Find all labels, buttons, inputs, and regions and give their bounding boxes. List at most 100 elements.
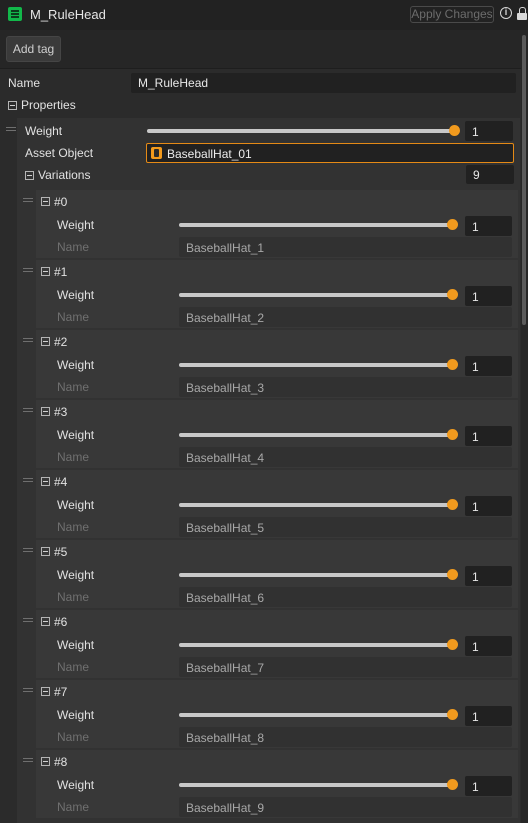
variation-weight-label: Weight	[57, 778, 95, 792]
variation-name-label: Name	[57, 310, 90, 324]
variation-weight-label: Weight	[57, 708, 95, 722]
variation-weight-slider-track[interactable]	[179, 433, 453, 437]
variation-weight-slider-handle[interactable]	[447, 289, 458, 300]
title-bar: M_RuleHead Apply Changes i	[0, 0, 528, 30]
name-field[interactable]: M_RuleHead	[131, 73, 516, 93]
variation-weight-slider-track[interactable]	[179, 713, 453, 717]
variation-weight-field[interactable]: 1	[465, 216, 512, 236]
variation-name-label: Name	[57, 730, 90, 744]
weight-field[interactable]: 1	[465, 121, 513, 141]
lock-icon[interactable]	[517, 7, 527, 20]
variation-weight-slider-track[interactable]	[179, 643, 453, 647]
variation-header: #7	[54, 685, 68, 699]
drag-handle-icon[interactable]	[6, 127, 16, 132]
variation-name-label: Name	[57, 240, 90, 254]
drag-handle-icon[interactable]	[23, 688, 33, 693]
variation-weight-slider-handle[interactable]	[447, 639, 458, 650]
apply-changes-button[interactable]: Apply Changes	[410, 6, 494, 23]
variation-weight-field[interactable]: 1	[465, 356, 512, 376]
variation-weight-label: Weight	[57, 358, 95, 372]
asset-object-label: Asset Object	[25, 146, 94, 160]
variation-header: #1	[54, 265, 68, 279]
variation-weight-label: Weight	[57, 568, 95, 582]
variation-header: #8	[54, 755, 68, 769]
collapse-icon[interactable]	[41, 477, 50, 486]
collapse-icon[interactable]	[41, 547, 50, 556]
drag-handle-icon[interactable]	[23, 268, 33, 273]
variations-count-field[interactable]: 9	[466, 165, 514, 184]
variation-name-field[interactable]: BaseballHat_2	[179, 307, 512, 327]
asset-object-icon	[151, 147, 162, 159]
variation-name-label: Name	[57, 800, 90, 814]
properties-header: Properties	[21, 98, 76, 112]
variation-name-field[interactable]: BaseballHat_7	[179, 657, 512, 677]
info-icon[interactable]: i	[500, 7, 512, 19]
variation-weight-field[interactable]: 1	[465, 776, 512, 796]
variation-weight-slider-handle[interactable]	[447, 219, 458, 230]
variation-weight-field[interactable]: 1	[465, 636, 512, 656]
collapse-icon[interactable]	[41, 407, 50, 416]
variation-weight-slider-handle[interactable]	[447, 779, 458, 790]
weight-slider-track[interactable]	[147, 129, 455, 133]
variation-weight-slider-track[interactable]	[179, 363, 453, 367]
variation-weight-field[interactable]: 1	[465, 706, 512, 726]
drag-handle-icon[interactable]	[23, 338, 33, 343]
variation-weight-slider-track[interactable]	[179, 783, 453, 787]
variation-name-field[interactable]: BaseballHat_4	[179, 447, 512, 467]
variation-name-label: Name	[57, 590, 90, 604]
collapse-icon[interactable]	[41, 617, 50, 626]
variation-weight-slider-handle[interactable]	[447, 359, 458, 370]
variation-name-label: Name	[57, 660, 90, 674]
variation-header: #3	[54, 405, 68, 419]
app-icon	[8, 7, 22, 21]
variation-name-field[interactable]: BaseballHat_5	[179, 517, 512, 537]
variation-weight-slider-track[interactable]	[179, 293, 453, 297]
variation-name-label: Name	[57, 450, 90, 464]
scrollbar-thumb[interactable]	[522, 35, 526, 325]
drag-handle-icon[interactable]	[23, 198, 33, 203]
tag-toolbar: Add tag	[0, 30, 528, 69]
collapse-icon[interactable]	[41, 337, 50, 346]
drag-handle-icon[interactable]	[23, 618, 33, 623]
variation-weight-slider-handle[interactable]	[447, 709, 458, 720]
variation-weight-field[interactable]: 1	[465, 566, 512, 586]
collapse-icon[interactable]	[8, 101, 17, 110]
collapse-icon[interactable]	[41, 757, 50, 766]
variation-name-field[interactable]: BaseballHat_8	[179, 727, 512, 747]
variation-weight-slider-track[interactable]	[179, 573, 453, 577]
variation-name-field[interactable]: BaseballHat_6	[179, 587, 512, 607]
drag-handle-icon[interactable]	[23, 408, 33, 413]
variation-header: #6	[54, 615, 68, 629]
variation-weight-field[interactable]: 1	[465, 496, 512, 516]
window-title: M_RuleHead	[30, 7, 106, 22]
weight-slider-handle[interactable]	[449, 125, 460, 136]
variation-weight-field[interactable]: 1	[465, 426, 512, 446]
variation-weight-label: Weight	[57, 288, 95, 302]
variation-name-field[interactable]: BaseballHat_1	[179, 237, 512, 257]
weight-label: Weight	[25, 124, 63, 138]
variation-header: #2	[54, 335, 68, 349]
variations-label: Variations	[38, 168, 91, 182]
collapse-icon[interactable]	[41, 267, 50, 276]
drag-handle-icon[interactable]	[23, 758, 33, 763]
variation-weight-label: Weight	[57, 498, 95, 512]
asset-object-field[interactable]: BaseballHat_01	[146, 143, 514, 163]
collapse-icon[interactable]	[41, 687, 50, 696]
collapse-icon[interactable]	[25, 171, 34, 180]
variation-weight-slider-track[interactable]	[179, 223, 453, 227]
variation-name-label: Name	[57, 380, 90, 394]
variation-weight-field[interactable]: 1	[465, 286, 512, 306]
variation-weight-slider-track[interactable]	[179, 503, 453, 507]
variation-name-field[interactable]: BaseballHat_9	[179, 797, 512, 817]
variation-weight-slider-handle[interactable]	[447, 429, 458, 440]
variation-weight-label: Weight	[57, 428, 95, 442]
collapse-icon[interactable]	[41, 197, 50, 206]
variation-weight-slider-handle[interactable]	[447, 569, 458, 580]
variation-name-field[interactable]: BaseballHat_3	[179, 377, 512, 397]
add-tag-button[interactable]: Add tag	[6, 36, 61, 62]
variation-weight-slider-handle[interactable]	[447, 499, 458, 510]
variation-weight-label: Weight	[57, 638, 95, 652]
asset-object-name: BaseballHat_01	[167, 147, 252, 161]
drag-handle-icon[interactable]	[23, 478, 33, 483]
drag-handle-icon[interactable]	[23, 548, 33, 553]
